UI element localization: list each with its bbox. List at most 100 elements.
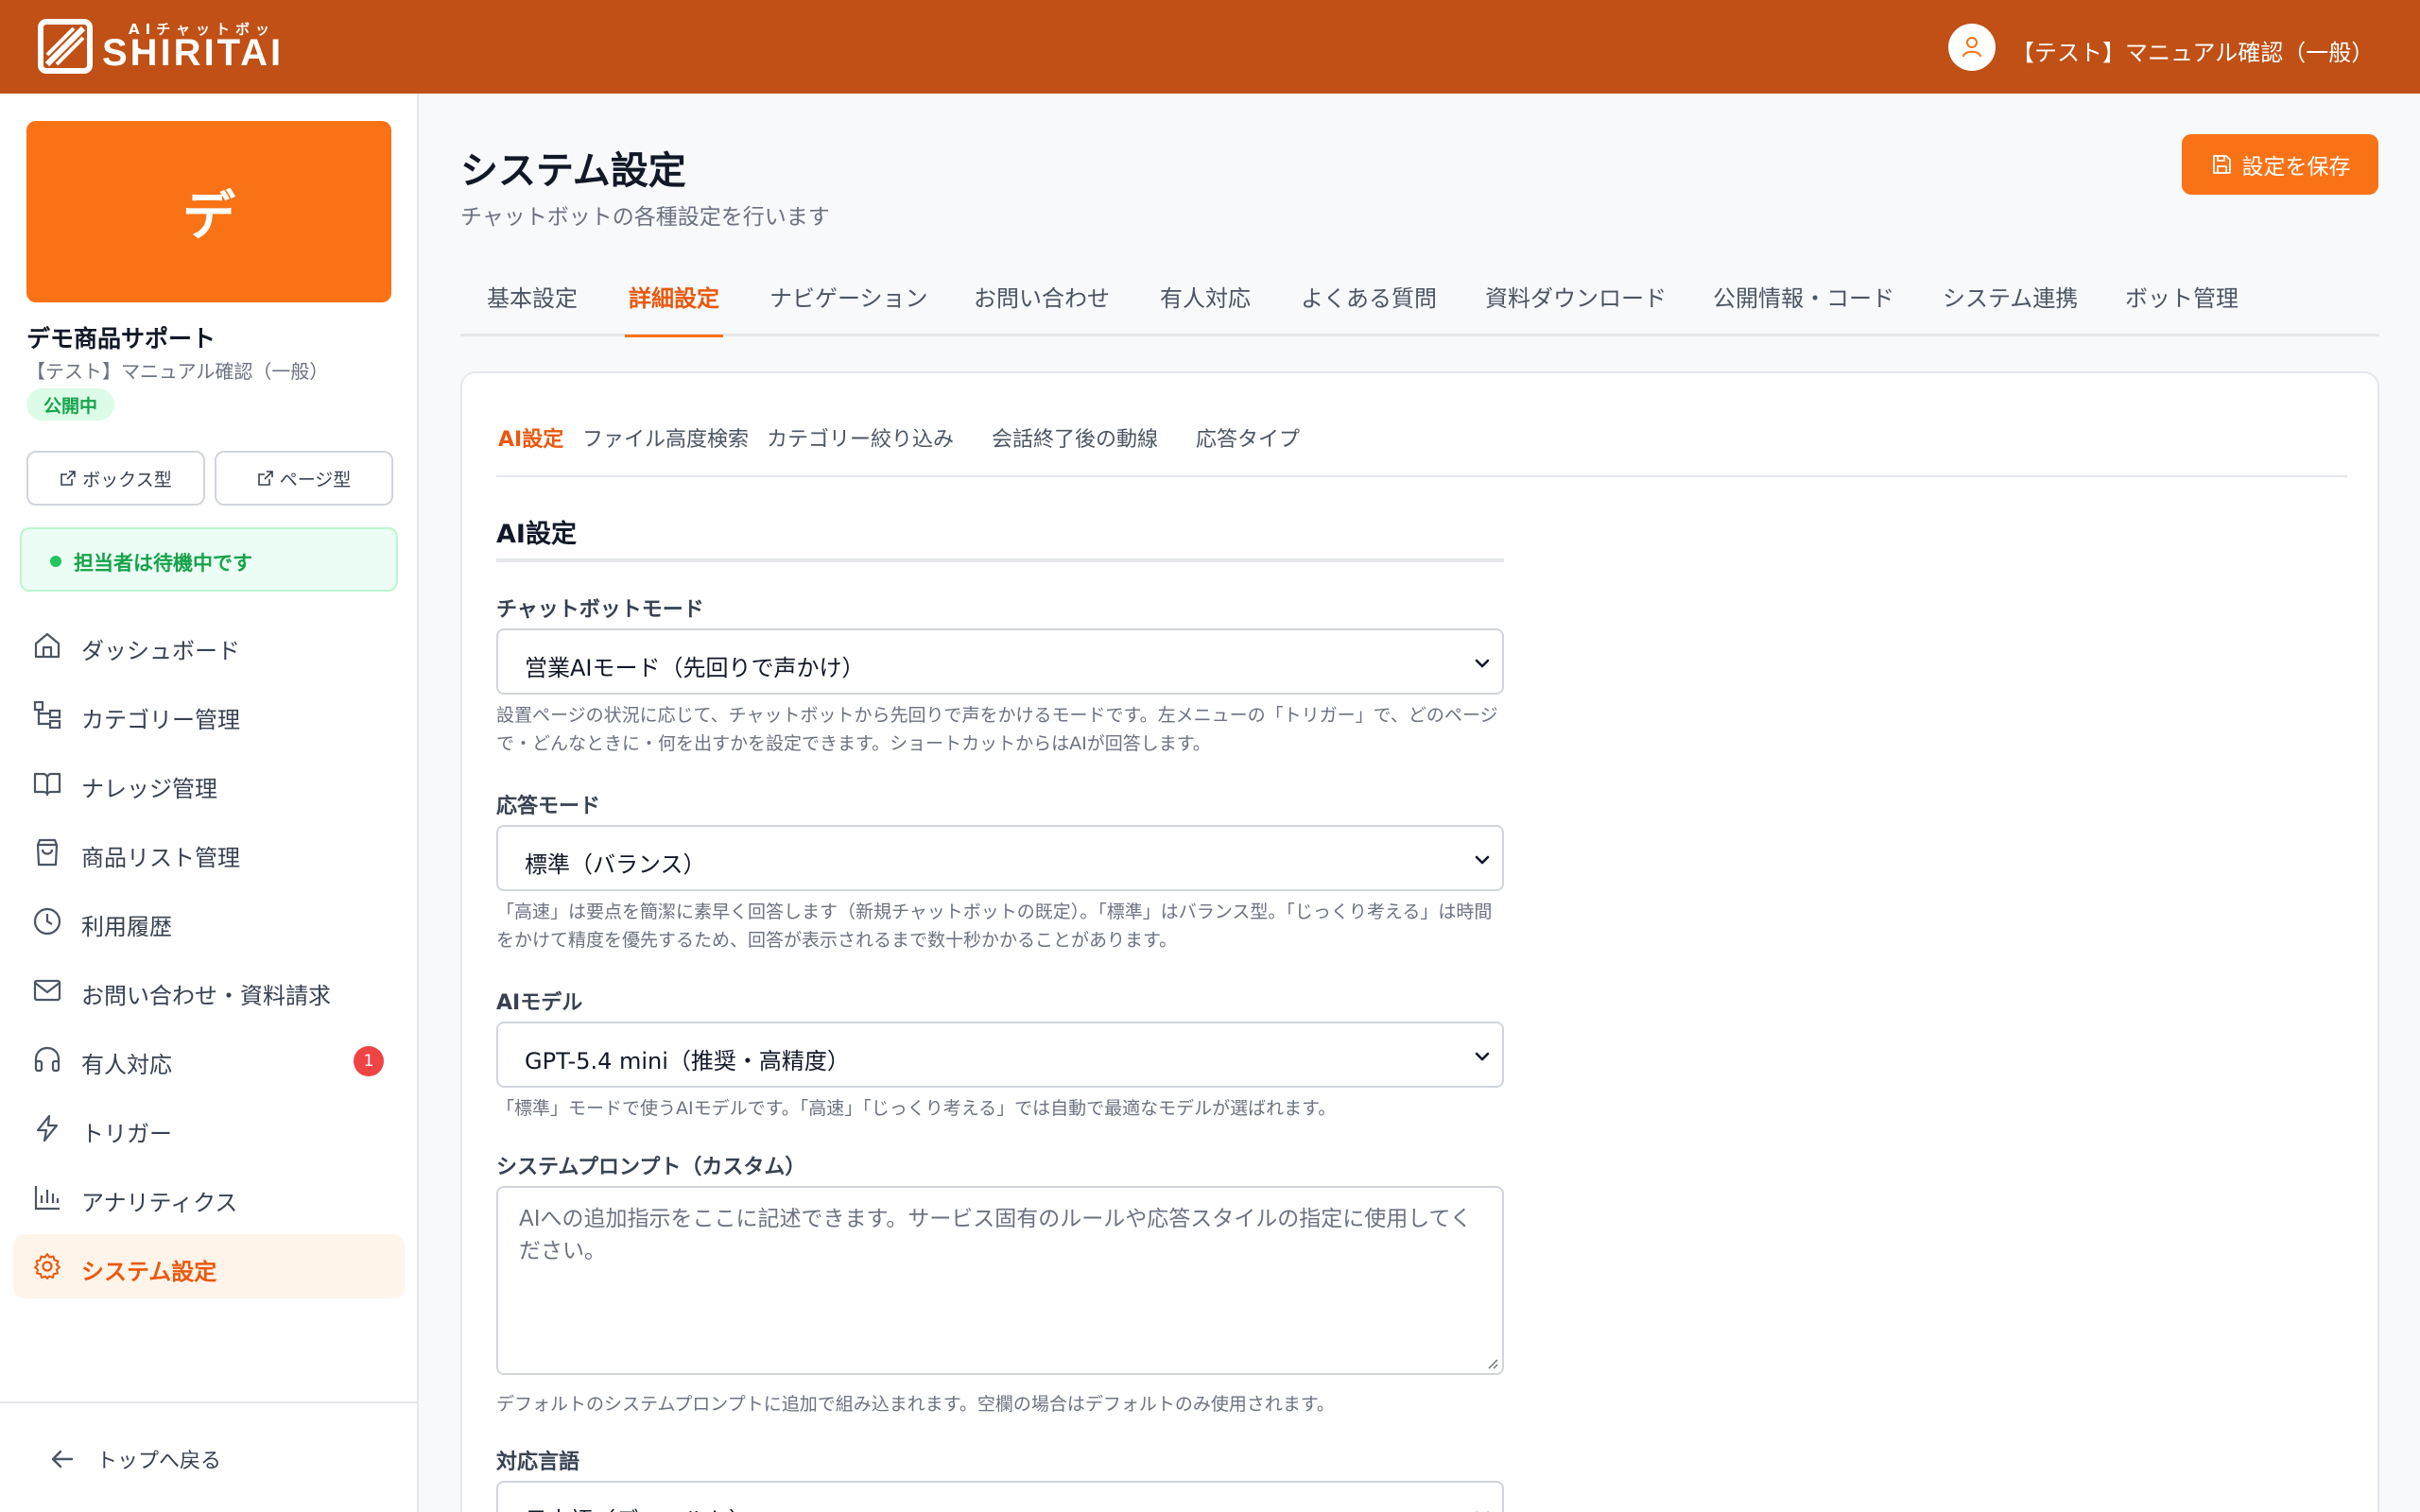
shopping-bag-icon [36,838,59,867]
system-prompt-textarea[interactable]: AIへの追加指示をここに記述できます。サービス固有のルールや応答スタイルの指定に… [496,1186,1504,1375]
user-name[interactable]: 【テスト】マニュアル確認（一般） [2012,34,2374,67]
save-icon [2212,155,2231,174]
agent-status: 担当者は待機中です [20,527,398,592]
tab-contact[interactable]: お問い合わせ [974,280,1110,335]
sidebar-item-label: ナレッジ管理 [81,776,217,802]
chatbot-mode-value: 営業AIモード（先回りで声かけ） [525,655,865,681]
sidebar-item-label: カテゴリー管理 [81,707,240,733]
lightning-icon [36,1114,59,1143]
tab-advanced[interactable]: 詳細設定 [625,280,723,337]
top-header: AIチャットボット SHIRITAI 【テスト】マニュアル確認（一般） [0,0,2420,94]
tab-downloads[interactable]: 資料ダウンロード [1485,280,1667,335]
subtabs: AI設定 ファイル高度検索 カテゴリー絞り込み 会話終了後の動線 応答タイプ [496,422,2347,477]
subtab-post-conversation[interactable]: 会話終了後の動線 [992,422,1158,453]
back-link-label: トップへ戻る [96,1450,222,1473]
logo-mark-icon [38,19,93,74]
external-link-icon [257,471,273,486]
language-label: 対応言語 [496,1451,580,1474]
settings-tabs: 基本設定 詳細設定 ナビゲーション お問い合わせ 有人対応 よくある質問 資料ダ… [460,280,2379,337]
status-badge: 公開中 [26,388,115,421]
section-divider [496,558,1504,562]
box-type-label: ボックス型 [82,469,172,490]
sidebar-item-label: 有人対応 [81,1052,172,1078]
sidebar-item-products[interactable]: 商品リスト管理 [13,820,405,885]
tab-public-code[interactable]: 公開情報・コード [1713,280,1894,335]
response-mode-value: 標準（バランス） [525,851,706,878]
system-prompt-help: デフォルトのシステムプロンプトに追加で組み込まれます。空欄の場合はデフォルトのみ… [496,1394,1335,1415]
category-tree-icon [33,700,61,730]
page-type-button[interactable]: ページ型 [215,451,393,506]
notification-badge: 1 [354,1046,384,1076]
ai-model-help: 「標準」モードで使うAIモデルです。「高速」「じっくり考える」では自動で最適なモ… [496,1098,1337,1119]
chevron-down-icon [1475,855,1490,865]
bot-avatar-tile: デ [26,121,391,302]
language-value: 日本語（デフォルト） [525,1502,752,1512]
sidebar-item-category[interactable]: カテゴリー管理 [13,682,405,747]
save-settings-label: 設定を保存 [2241,155,2351,180]
gear-icon [34,1253,60,1280]
tab-navigation[interactable]: ナビゲーション [769,280,928,335]
clock-icon [33,907,61,936]
tab-faq[interactable]: よくある質問 [1301,280,1437,335]
subtab-file-search[interactable]: ファイル高度検索 [582,422,749,453]
logo[interactable]: AIチャットボット SHIRITAI [38,17,293,77]
sidebar-item-label: システム設定 [81,1259,217,1285]
chevron-down-icon [1475,1052,1490,1061]
page-subtitle: チャットボットの各種設定を行います [460,205,830,230]
ai-model-label: AIモデル [496,991,583,1015]
sidebar-item-history[interactable]: 利用履歴 [13,889,405,954]
chatbot-mode-select[interactable]: 営業AIモード（先回りで声かけ） [496,628,1504,695]
page-title: システム設定 [460,149,686,193]
sidebar-item-dashboard[interactable]: ダッシュボード [13,613,405,678]
status-dot-icon [50,556,61,567]
sidebar: デ デモ商品サポート 【テスト】マニュアル確認（一般） 公開中 ボックス型 ペー… [0,94,419,1512]
sidebar-item-label: トリガー [81,1121,172,1147]
user-icon [1962,37,1981,58]
mail-icon [33,979,61,1002]
language-select[interactable]: 日本語（デフォルト） [496,1481,1504,1512]
sidebar-divider [0,1401,417,1403]
settings-card: AI設定 ファイル高度検索 カテゴリー絞り込み 会話終了後の動線 応答タイプ A… [460,371,2379,1512]
tab-live-support[interactable]: 有人対応 [1160,280,1251,335]
sidebar-item-analytics[interactable]: アナリティクス [13,1165,405,1229]
response-mode-label: 応答モード [496,795,601,818]
sidebar-item-label: 利用履歴 [81,914,172,940]
chatbot-mode-help: 設置ページの状況に応じて、チャットボットから先回りで声をかけるモードです。左メニ… [496,705,1498,754]
chevron-down-icon [1476,1511,1489,1512]
box-type-button[interactable]: ボックス型 [26,451,205,506]
bar-chart-icon [34,1186,60,1211]
subtab-response-type[interactable]: 応答タイプ [1196,422,1300,453]
ai-model-select[interactable]: GPT-5.4 mini（推奨・高精度） [496,1022,1504,1088]
sidebar-item-trigger[interactable]: トリガー [13,1096,405,1160]
tab-basic[interactable]: 基本設定 [487,280,578,335]
sidebar-item-knowledge[interactable]: ナレッジ管理 [13,751,405,816]
ai-model-value: GPT-5.4 mini（推奨・高精度） [525,1048,850,1074]
sidebar-item-system-settings[interactable]: システム設定 [13,1234,405,1298]
subtab-ai-settings[interactable]: AI設定 [498,422,563,453]
response-mode-select[interactable]: 標準（バランス） [496,825,1504,891]
subtab-category-filter[interactable]: カテゴリー絞り込み [767,422,954,453]
agent-status-text: 担当者は待機中です [74,552,252,575]
system-prompt-placeholder: AIへの追加指示をここに記述できます。サービス固有のルールや応答スタイルの指定に… [519,1207,1472,1263]
tab-integrations[interactable]: システム連携 [1943,280,2078,335]
book-icon [33,772,61,797]
home-icon [34,632,60,659]
arrow-left-icon [51,1450,74,1469]
bot-name: デモ商品サポート [26,325,216,352]
bot-owner: 【テスト】マニュアル確認（一般） [26,360,329,383]
chevron-down-icon [1475,659,1490,668]
sidebar-item-label: ダッシュボード [81,638,240,664]
tab-bot-management[interactable]: ボット管理 [2125,280,2238,335]
system-prompt-label: システムプロンプト（カスタム） [496,1156,806,1179]
response-mode-help: 「高速」は要点を簡潔に素早く回答します（新規チャットボットの既定）。「標準」はバ… [496,902,1493,951]
sidebar-item-label: お問い合わせ・資料請求 [81,983,331,1009]
sidebar-item-label: アナリティクス [81,1190,238,1216]
back-to-top-link[interactable]: トップへ戻る [47,1440,274,1478]
user-avatar[interactable] [1948,24,1996,71]
save-settings-button[interactable]: 設定を保存 [2182,134,2378,195]
headset-icon [34,1046,60,1073]
resize-grip-icon[interactable] [1485,1356,1498,1369]
sidebar-item-inquiries[interactable]: お問い合わせ・資料請求 [13,958,405,1022]
sidebar-item-live-support[interactable]: 有人対応 1 [13,1027,405,1091]
page-type-label: ページ型 [279,469,352,490]
